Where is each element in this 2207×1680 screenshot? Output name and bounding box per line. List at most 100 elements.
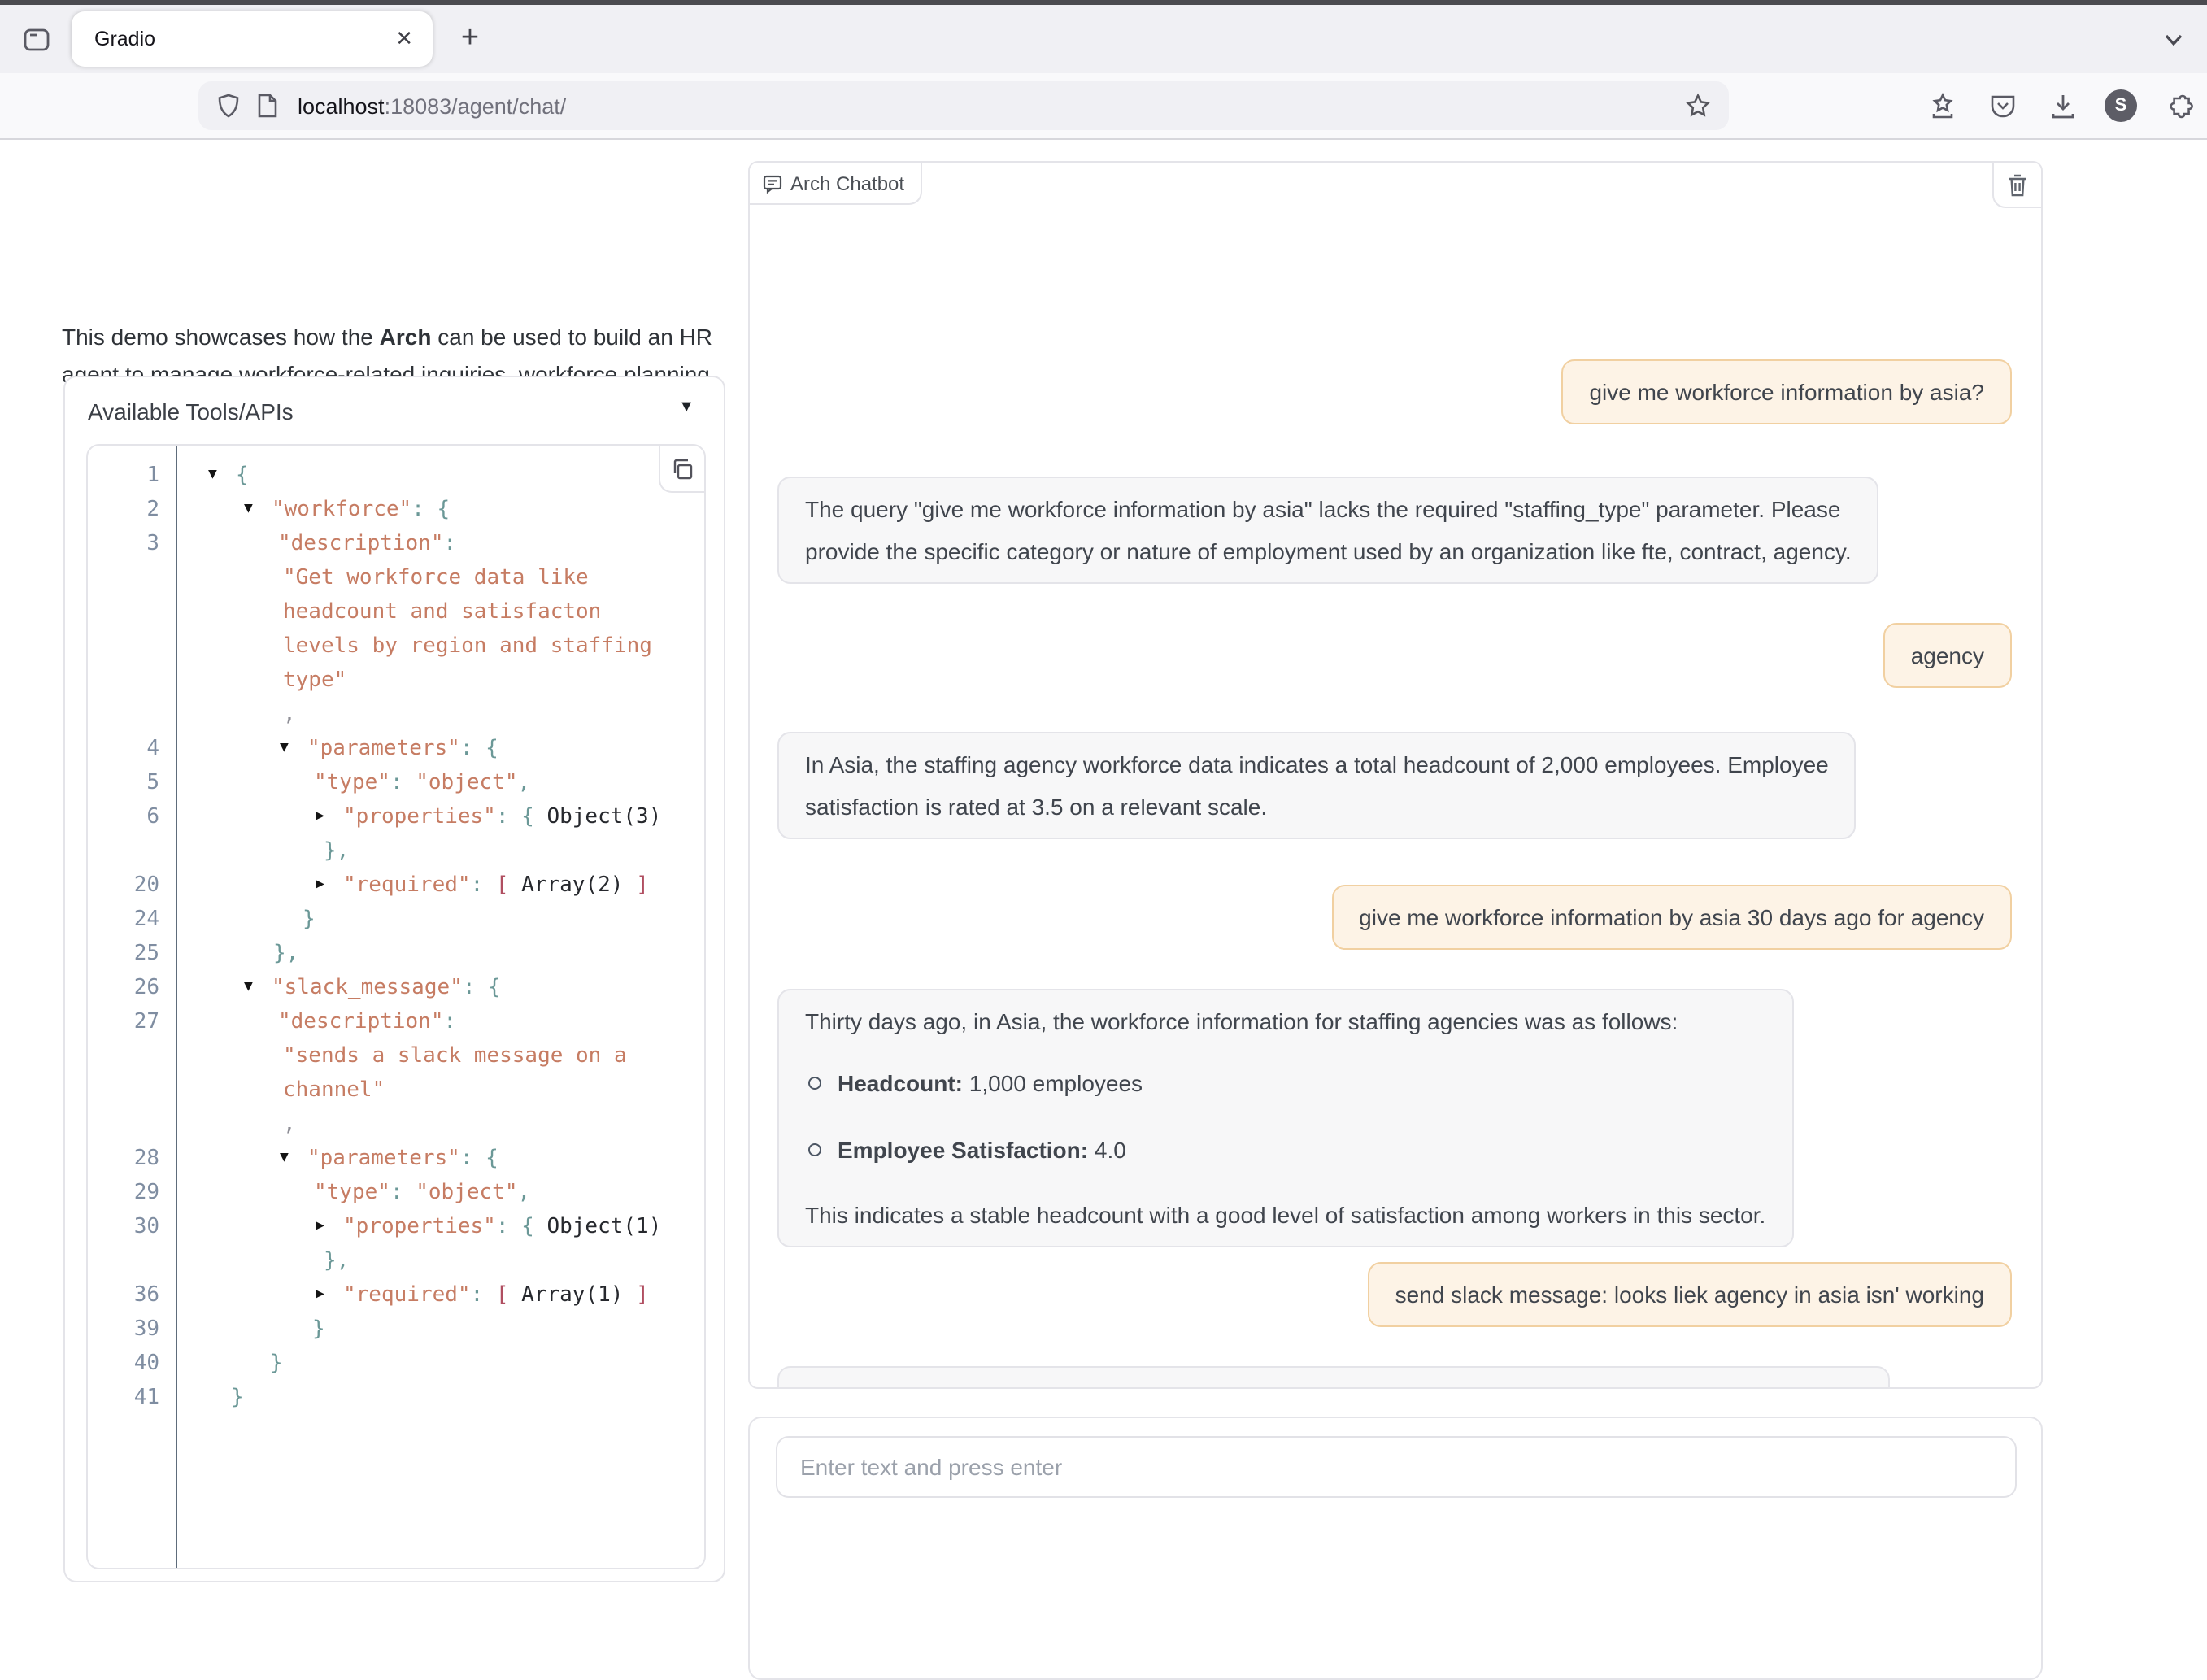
collapse-arrow-icon[interactable]: ▼ xyxy=(280,732,289,766)
line-number: 40 xyxy=(88,1347,159,1381)
user-message: agency xyxy=(1883,623,2012,688)
json-code: "parameters": { xyxy=(307,1142,498,1176)
json-code: "required": [ Array(1) ] xyxy=(343,1278,649,1312)
line-number: 24 xyxy=(88,903,159,937)
json-row: channel" xyxy=(88,1073,704,1108)
json-row: 6▶"properties": { Object(3) xyxy=(88,800,704,834)
bullet-ring-icon xyxy=(808,1077,821,1090)
page-info-icon[interactable] xyxy=(257,93,278,119)
json-code: "parameters": { xyxy=(307,732,498,766)
json-row: 36 ▶ "required": [ Array(1) ] xyxy=(88,1278,704,1312)
copy-button[interactable] xyxy=(659,446,704,493)
url-text[interactable]: localhost:18083/agent/chat/ xyxy=(298,94,1685,118)
json-code: channel" xyxy=(283,1073,385,1108)
bot-message: In Asia, the staffing agency workforce d… xyxy=(777,732,1857,839)
line-number: 39 xyxy=(88,1312,159,1347)
json-row: 26▼"slack_message": { xyxy=(88,971,704,1005)
json-row: 30 ▶ "properties": { Object(1) xyxy=(88,1210,704,1244)
collapse-arrow-icon[interactable]: ▼ xyxy=(244,493,253,527)
json-row: 41} xyxy=(88,1381,704,1415)
new-tab-button[interactable]: + xyxy=(449,18,491,60)
pocket-icon[interactable] xyxy=(1984,88,2020,124)
json-code: "type": "object", xyxy=(314,1176,530,1210)
json-code: } xyxy=(312,1312,325,1347)
clear-chat-button[interactable] xyxy=(1992,163,2041,208)
available-tools-panel: Available Tools/APIs ▼ 1▼{2▼"workforce":… xyxy=(63,376,725,1582)
json-row: , xyxy=(88,1108,704,1142)
expand-arrow-icon[interactable]: ▶ xyxy=(316,1210,324,1244)
bot-message: Thirty days ago, in Asia, the workforce … xyxy=(777,989,1793,1247)
chat-input[interactable] xyxy=(776,1436,2017,1498)
tab-close-icon[interactable]: ✕ xyxy=(395,26,413,52)
collapse-arrow-icon[interactable]: ▼ xyxy=(208,459,217,493)
downloads-icon[interactable] xyxy=(2044,88,2080,124)
json-code: "sends a slack message on a xyxy=(283,1039,627,1073)
line-number: 30 xyxy=(88,1210,159,1244)
gutter-divider xyxy=(176,446,177,1568)
json-row: 20▶"required": [ Array(2) ] xyxy=(88,868,704,903)
json-code: "properties": { Object(1) xyxy=(343,1210,661,1244)
json-tree: 1▼{2▼"workforce": {3"description":"Get w… xyxy=(88,446,704,1568)
trash-icon xyxy=(2007,173,2028,196)
json-code: { xyxy=(236,459,249,493)
line-number: 36 xyxy=(88,1278,159,1312)
intro-text: This demo showcases how the xyxy=(62,324,380,350)
json-row: headcount and satisfacton xyxy=(88,595,704,629)
json-code: type" xyxy=(283,664,346,698)
navigation-bar: localhost:18083/agent/chat/ xyxy=(0,73,2207,140)
json-row: levels by region and staffing xyxy=(88,629,704,664)
line-number: 3 xyxy=(88,527,159,561)
bot-message: I'm unable to send messages or interact … xyxy=(777,1366,1890,1389)
json-row: 25}, xyxy=(88,937,704,971)
bookmark-star-icon[interactable] xyxy=(1685,93,1711,119)
chatbot-label: Arch Chatbot xyxy=(750,163,922,205)
firefox-view-icon[interactable] xyxy=(16,20,55,59)
collapse-arrow-icon[interactable]: ▼ xyxy=(280,1142,289,1176)
json-row: }, xyxy=(88,834,704,868)
line-number: 6 xyxy=(88,800,159,834)
chatbot-panel: give me workforce information by asia?Th… xyxy=(748,161,2043,1389)
json-code: }, xyxy=(273,937,298,971)
url-path: :18083/agent/chat/ xyxy=(385,94,567,118)
json-row: , xyxy=(88,698,704,732)
expand-arrow-icon[interactable]: ▶ xyxy=(316,868,324,903)
tab-list-chevron-icon[interactable] xyxy=(2155,21,2191,57)
intro-bold-text: Arch xyxy=(380,324,432,350)
url-host: localhost xyxy=(298,94,385,118)
line-number: 1 xyxy=(88,459,159,493)
json-code: } xyxy=(303,903,316,937)
line-number: 2 xyxy=(88,493,159,527)
chat-message-list: give me workforce information by asia?Th… xyxy=(750,163,2041,1387)
json-row: 27"description": xyxy=(88,1005,704,1039)
line-number: 5 xyxy=(88,766,159,800)
tools-panel-title: Available Tools/APIs xyxy=(88,398,294,424)
expand-arrow-icon[interactable]: ▶ xyxy=(316,800,324,834)
user-message: send slack message: looks liek agency in… xyxy=(1368,1262,2012,1327)
bullet-ring-icon xyxy=(808,1143,821,1156)
json-code: "description": xyxy=(278,527,456,561)
json-code: "slack_message": { xyxy=(272,971,501,1005)
json-code: "description": xyxy=(278,1005,456,1039)
extensions-puzzle-icon[interactable] xyxy=(2161,88,2197,124)
url-bar[interactable]: localhost:18083/agent/chat/ xyxy=(198,81,1729,130)
collapse-caret-icon[interactable]: ▼ xyxy=(678,398,694,416)
json-row: 5"type": "object", xyxy=(88,766,704,800)
json-code: }, xyxy=(324,1244,349,1278)
chatbot-title: Arch Chatbot xyxy=(790,172,904,194)
json-row: 28▼"parameters": { xyxy=(88,1142,704,1176)
json-row: 39} xyxy=(88,1312,704,1347)
bot-message-intro: Thirty days ago, in Asia, the workforce … xyxy=(805,1000,1765,1042)
shield-icon[interactable] xyxy=(216,93,241,119)
save-to-collection-icon[interactable] xyxy=(1924,88,1960,124)
list-item: Headcount: 1,000 employees xyxy=(805,1062,1765,1104)
account-avatar[interactable]: S xyxy=(2105,89,2137,122)
json-code: } xyxy=(270,1347,283,1381)
expand-arrow-icon[interactable]: ▶ xyxy=(316,1278,324,1312)
bot-message-outro: This indicates a stable headcount with a… xyxy=(805,1194,1765,1236)
json-viewer: 1▼{2▼"workforce": {3"description":"Get w… xyxy=(86,444,706,1569)
tab-gradio[interactable]: Gradio ✕ xyxy=(72,11,433,67)
collapse-arrow-icon[interactable]: ▼ xyxy=(244,971,253,1005)
bot-message: The query "give me workforce information… xyxy=(777,477,1879,584)
line-number: 29 xyxy=(88,1176,159,1210)
tools-panel-header[interactable]: Available Tools/APIs ▼ xyxy=(65,377,724,442)
